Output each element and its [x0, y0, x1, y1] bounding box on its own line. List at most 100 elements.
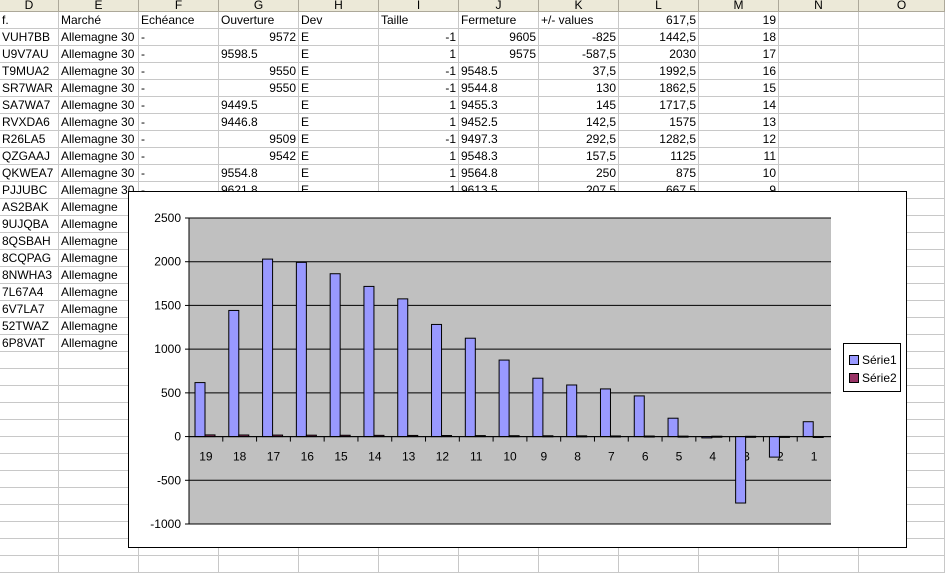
table-cell[interactable] [59, 437, 139, 454]
table-cell[interactable]: 9550 [219, 80, 299, 97]
table-cell[interactable]: 18 [699, 29, 779, 46]
table-cell[interactable] [139, 556, 219, 573]
table-cell[interactable]: 9550 [219, 63, 299, 80]
table-cell[interactable] [0, 403, 59, 420]
table-cell[interactable]: Allemagne [59, 318, 139, 335]
table-cell[interactable]: 9554.8 [219, 165, 299, 182]
table-cell[interactable] [379, 556, 459, 573]
table-cell[interactable]: Allemagne [59, 199, 139, 216]
table-cell[interactable] [859, 29, 945, 46]
table-cell[interactable]: 7L67A4 [0, 284, 59, 301]
table-cell[interactable] [619, 556, 699, 573]
table-cell[interactable]: 11 [699, 148, 779, 165]
table-cell[interactable]: 9605 [459, 29, 539, 46]
table-cell[interactable] [0, 437, 59, 454]
table-cell[interactable] [0, 539, 59, 556]
table-cell[interactable]: 9544.8 [459, 80, 539, 97]
table-cell[interactable]: 8QSBAH [0, 233, 59, 250]
column-header-M[interactable]: M [699, 0, 779, 12]
table-cell[interactable]: Allemagne 30 [59, 29, 139, 46]
table-cell[interactable] [779, 114, 859, 131]
table-cell[interactable]: 9548.3 [459, 148, 539, 165]
table-cell[interactable]: 8NWHA3 [0, 267, 59, 284]
table-cell[interactable]: E [299, 29, 379, 46]
table-cell[interactable]: E [299, 46, 379, 63]
table-cell[interactable] [59, 386, 139, 403]
table-cell[interactable] [59, 403, 139, 420]
column-header-N[interactable]: N [779, 0, 859, 12]
header-cell[interactable]: f. [0, 12, 59, 29]
table-cell[interactable]: -1 [379, 63, 459, 80]
table-cell[interactable]: 52TWAZ [0, 318, 59, 335]
table-cell[interactable] [59, 369, 139, 386]
header-cell[interactable]: Marché [59, 12, 139, 29]
table-cell[interactable]: Allemagne [59, 301, 139, 318]
table-cell[interactable]: 1 [379, 165, 459, 182]
table-cell[interactable] [59, 488, 139, 505]
table-cell[interactable]: 9572 [219, 29, 299, 46]
table-cell[interactable]: Allemagne 30 [59, 80, 139, 97]
header-cell[interactable]: Fermeture [459, 12, 539, 29]
table-cell[interactable] [779, 97, 859, 114]
table-cell[interactable]: 142,5 [539, 114, 619, 131]
table-cell[interactable]: 15 [699, 80, 779, 97]
table-cell[interactable]: 9UJQBA [0, 216, 59, 233]
table-cell[interactable]: 1575 [619, 114, 699, 131]
table-cell[interactable]: U9V7AU [0, 46, 59, 63]
table-cell[interactable] [299, 556, 379, 573]
table-cell[interactable]: Allemagne [59, 284, 139, 301]
table-cell[interactable]: 8CQPAG [0, 250, 59, 267]
table-cell[interactable] [59, 505, 139, 522]
column-header-L[interactable]: L [619, 0, 699, 12]
table-cell[interactable] [779, 80, 859, 97]
table-cell[interactable]: 10 [699, 165, 779, 182]
table-cell[interactable] [779, 63, 859, 80]
table-cell[interactable]: 9452.5 [459, 114, 539, 131]
table-cell[interactable] [459, 556, 539, 573]
table-cell[interactable] [779, 556, 859, 573]
table-cell[interactable]: E [299, 131, 379, 148]
table-cell[interactable] [59, 522, 139, 539]
table-cell[interactable]: - [139, 165, 219, 182]
table-cell[interactable] [699, 556, 779, 573]
table-cell[interactable]: 1125 [619, 148, 699, 165]
table-cell[interactable]: R26LA5 [0, 131, 59, 148]
table-cell[interactable]: 14 [699, 97, 779, 114]
table-cell[interactable]: Allemagne 30 [59, 114, 139, 131]
table-cell[interactable] [59, 420, 139, 437]
table-cell[interactable]: Allemagne [59, 267, 139, 284]
table-cell[interactable] [779, 46, 859, 63]
chart-legend[interactable]: Série1 Série2 [843, 343, 901, 392]
table-cell[interactable] [0, 454, 59, 471]
table-cell[interactable] [0, 471, 59, 488]
header-cell[interactable]: +/- values [539, 12, 619, 29]
header-cell[interactable] [779, 12, 859, 29]
header-cell[interactable]: Dev [299, 12, 379, 29]
table-cell[interactable] [779, 148, 859, 165]
table-cell[interactable]: - [139, 148, 219, 165]
table-cell[interactable]: 13 [699, 114, 779, 131]
table-cell[interactable]: E [299, 114, 379, 131]
column-header-H[interactable]: H [299, 0, 379, 12]
column-header-I[interactable]: I [379, 0, 459, 12]
table-cell[interactable]: - [139, 97, 219, 114]
table-cell[interactable]: 1 [379, 46, 459, 63]
table-cell[interactable]: 1282,5 [619, 131, 699, 148]
table-cell[interactable]: -1 [379, 131, 459, 148]
table-cell[interactable]: QZGAAJ [0, 148, 59, 165]
column-header-J[interactable]: J [459, 0, 539, 12]
table-cell[interactable] [59, 454, 139, 471]
column-header-O[interactable]: O [859, 0, 945, 12]
table-cell[interactable]: 6P8VAT [0, 335, 59, 352]
table-cell[interactable]: 1 [379, 114, 459, 131]
table-cell[interactable]: - [139, 131, 219, 148]
table-cell[interactable] [0, 369, 59, 386]
column-header-E[interactable]: E [59, 0, 139, 12]
table-cell[interactable] [59, 471, 139, 488]
column-header-K[interactable]: K [539, 0, 619, 12]
table-cell[interactable]: 17 [699, 46, 779, 63]
table-cell[interactable]: Allemagne [59, 250, 139, 267]
table-cell[interactable]: Allemagne 30 [59, 63, 139, 80]
table-cell[interactable]: - [139, 63, 219, 80]
table-cell[interactable] [859, 114, 945, 131]
